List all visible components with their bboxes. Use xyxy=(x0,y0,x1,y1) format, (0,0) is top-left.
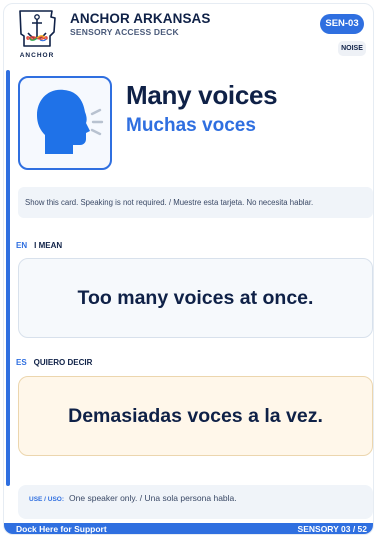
logo-wordmark: ANCHOR xyxy=(19,52,55,59)
card-counter: SENSORY 03 / 52 xyxy=(297,524,367,534)
card-title-spanish: Muchas voces xyxy=(126,115,256,136)
english-phrase-box: Too many voices at once. xyxy=(18,258,373,338)
anchor-logo-icon xyxy=(19,10,56,47)
english-code: EN xyxy=(16,241,28,250)
english-label: I MEAN xyxy=(34,241,63,250)
spanish-code: ES xyxy=(16,358,27,367)
sensory-card: ANCHOR ANCHOR ARKANSAS SENSORY ACCESS DE… xyxy=(3,3,374,535)
category-badge: NOISE xyxy=(338,41,366,56)
instruction-banner: Show this card. Speaking is not required… xyxy=(18,187,373,218)
card-header: ANCHOR ANCHOR ARKANSAS SENSORY ACCESS DE… xyxy=(4,4,373,62)
brand-title: ANCHOR ARKANSAS xyxy=(70,11,211,26)
card-code-badge: SEN-03 xyxy=(320,14,364,34)
card-title: Many voices xyxy=(126,80,278,110)
english-label-row: EN I MEAN xyxy=(16,241,62,250)
brand-subtitle: SENSORY ACCESS DECK xyxy=(70,27,179,37)
usage-label: USE / USO: xyxy=(29,496,65,503)
support-dock-link[interactable]: Dock Here for Support xyxy=(16,524,107,534)
spanish-phrase-box: Demasiadas voces a la vez. xyxy=(18,376,373,456)
english-phrase: Too many voices at once. xyxy=(77,286,314,309)
side-accent-rail xyxy=(6,70,10,486)
spanish-label-row: ES QUIERO DECIR xyxy=(16,358,92,367)
spanish-label: QUIERO DECIR xyxy=(33,358,93,367)
anchor-logo: ANCHOR xyxy=(16,8,58,62)
card-footer: Dock Here for Support SENSORY 03 / 52 xyxy=(4,523,373,534)
spanish-phrase: Demasiadas voces a la vez. xyxy=(68,404,323,427)
hero-icon-tile xyxy=(18,76,112,170)
usage-text: One speaker only. / Una sola persona hab… xyxy=(69,493,237,503)
usage-note: USE / USO: One speaker only. / Una sola p… xyxy=(18,485,373,519)
speaking-head-icon xyxy=(37,89,104,154)
